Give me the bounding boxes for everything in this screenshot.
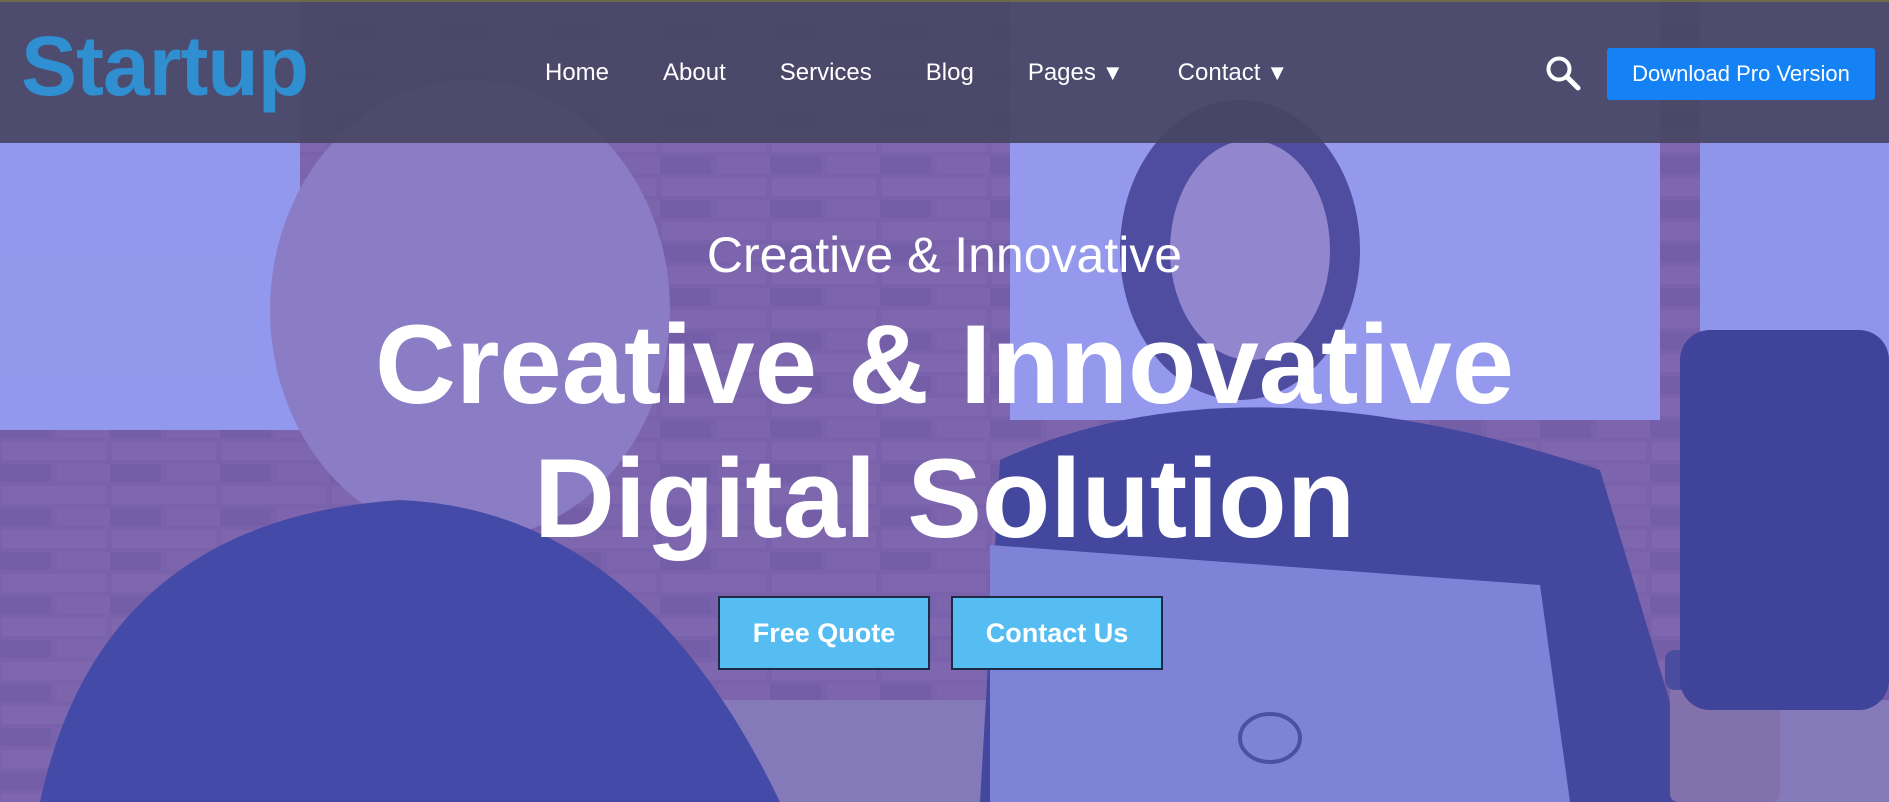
nav-label: Contact xyxy=(1177,59,1261,86)
download-pro-button[interactable]: Download Pro Version xyxy=(1607,48,1875,100)
search-icon[interactable] xyxy=(1545,55,1581,91)
hero-section: Startup Home About Services Blog Pages ▼ … xyxy=(0,0,1889,802)
site-logo[interactable]: Startup xyxy=(21,24,309,108)
nav-label: Services xyxy=(779,59,872,86)
hero-cta-group: Free Quote Contact Us xyxy=(718,596,1163,670)
nav-item-contact[interactable]: Contact ▼ xyxy=(1178,59,1289,87)
navbar: Startup Home About Services Blog Pages ▼ … xyxy=(0,0,1889,143)
hero-title-line-2: Digital Solution xyxy=(533,436,1356,561)
nav-item-about[interactable]: About xyxy=(663,59,726,87)
nav-item-home[interactable]: Home xyxy=(545,59,609,87)
free-quote-button[interactable]: Free Quote xyxy=(718,596,930,670)
nav-label: Home xyxy=(545,59,610,86)
nav-label: About xyxy=(663,59,726,86)
nav-label: Pages xyxy=(1027,59,1096,86)
chevron-down-icon: ▼ xyxy=(1101,60,1124,85)
hero-title: Creative & Innovative Digital Solution xyxy=(0,298,1889,566)
nav-item-pages[interactable]: Pages ▼ xyxy=(1028,59,1124,87)
nav-item-services[interactable]: Services xyxy=(780,59,872,87)
hero-subtitle: Creative & Innovative xyxy=(706,227,1183,283)
hero-title-line-1: Creative & Innovative xyxy=(374,302,1515,427)
contact-us-button[interactable]: Contact Us xyxy=(951,596,1163,670)
nav-label: Blog xyxy=(925,59,974,86)
chevron-down-icon: ▼ xyxy=(1266,60,1289,85)
nav-item-blog[interactable]: Blog xyxy=(926,59,974,87)
main-menu: Home About Services Blog Pages ▼ Contact ▼ xyxy=(545,59,1342,87)
